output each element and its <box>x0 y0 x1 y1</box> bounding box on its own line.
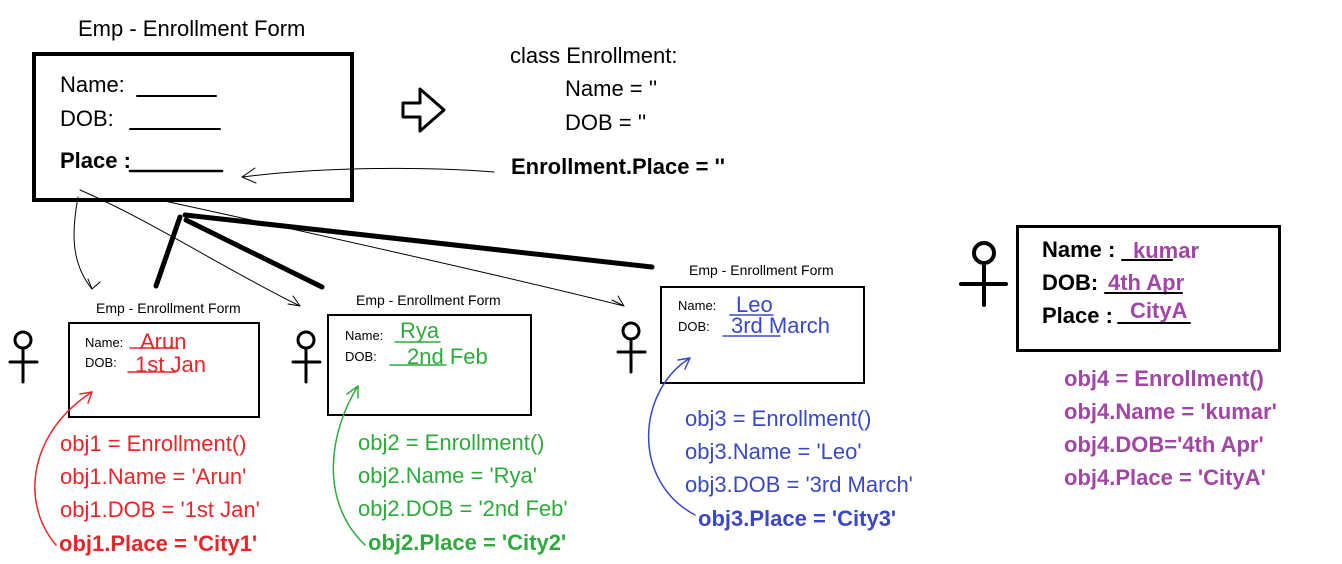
obj4-markings <box>1104 259 1191 324</box>
person-icon-2 <box>291 330 322 384</box>
obj3-markings <box>647 314 781 516</box>
thick-links <box>153 212 655 290</box>
place-arrow-icon <box>241 167 495 184</box>
obj2-markings <box>332 341 447 546</box>
hollow-arrow-icon <box>401 87 446 133</box>
instance-arrows <box>73 189 625 307</box>
obj1-markings <box>34 347 179 546</box>
person-icon-1 <box>8 330 39 384</box>
person-icon-4 <box>959 241 1008 307</box>
diagram-drawings <box>8 87 1191 546</box>
person-icon-3 <box>616 321 647 374</box>
main-form-underlines <box>128 95 224 173</box>
